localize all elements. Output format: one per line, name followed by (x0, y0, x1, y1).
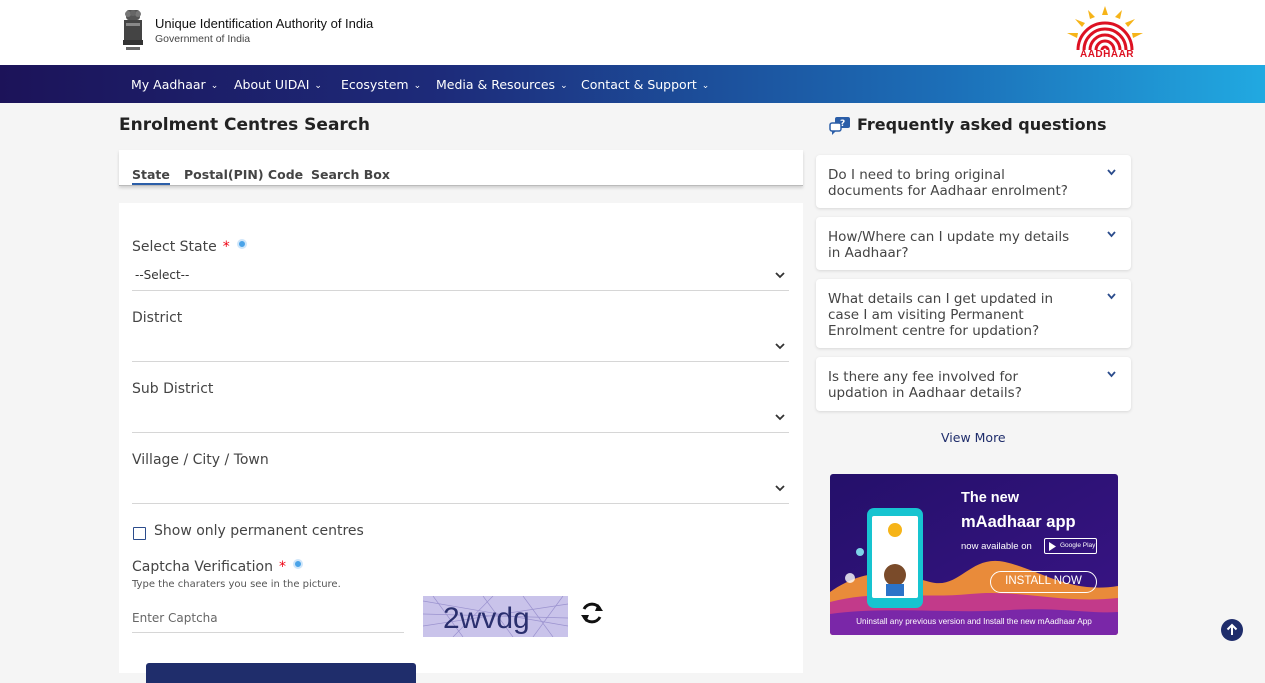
subdistrict-label: Sub District (132, 381, 214, 397)
nav-label: Ecosystem (341, 77, 409, 92)
chevron-down-icon (1107, 293, 1116, 300)
chevron-down-icon: ⌄ (314, 81, 322, 91)
captcha-label: Captcha Verification * (132, 559, 303, 575)
nav-about-uidai[interactable]: About UIDAI ⌄ (234, 77, 322, 92)
scroll-to-top-icon[interactable] (1221, 619, 1243, 641)
permanent-centres-label[interactable]: Show only permanent centres (154, 523, 364, 539)
faq-item[interactable]: What details can I get updated in case I… (816, 279, 1131, 348)
promo-footer-text: Uninstall any previous version and Insta… (856, 617, 1092, 626)
chevron-down-icon (1107, 371, 1116, 378)
main-navbar: My Aadhaar ⌄ About UIDAI ⌄ Ecosystem ⌄ Medi… (0, 65, 1265, 103)
chevron-down-icon: ⌄ (413, 81, 422, 91)
view-more-link[interactable]: View More (941, 430, 1006, 445)
info-icon[interactable] (236, 239, 247, 249)
district-select[interactable] (132, 332, 789, 362)
nav-my-aadhaar[interactable]: My Aadhaar ⌄ (131, 77, 218, 92)
submit-button[interactable] (146, 663, 416, 683)
faq-question: Do I need to bring original documents fo… (828, 167, 1068, 199)
permanent-centres-checkbox[interactable] (133, 527, 146, 540)
chevron-down-icon: ⌄ (210, 81, 219, 91)
org-title: Unique Identification Authority of India (155, 16, 374, 31)
maadhaar-promo-banner[interactable]: The new mAadhaar app now available on Go… (830, 474, 1118, 635)
info-icon[interactable] (293, 559, 303, 569)
search-tabs: State Postal(PIN) Code Search Box (119, 150, 803, 186)
chevron-down-icon (775, 272, 785, 279)
tab-search-box[interactable]: Search Box (311, 167, 390, 182)
chevron-down-icon (1107, 231, 1116, 238)
faq-item[interactable]: How/Where can I update my details in Aad… (816, 217, 1131, 270)
site-header: Unique Identification Authority of India… (0, 0, 1265, 65)
required-marker: * (279, 559, 286, 575)
chevron-down-icon (775, 343, 785, 350)
state-label: Select State * (132, 239, 247, 255)
faq-question: Is there any fee involved for updation i… (828, 369, 1022, 401)
captcha-image: 2wvdg (423, 596, 568, 637)
faq-question: How/Where can I update my details in Aad… (828, 229, 1070, 261)
state-select[interactable]: --Select-- (132, 261, 789, 291)
promo-title-line2: mAadhaar app (961, 513, 1076, 531)
state-select-value: --Select-- (135, 268, 190, 282)
play-store-icon (1049, 542, 1056, 551)
install-now-button[interactable]: INSTALL NOW (990, 571, 1097, 593)
page-title: Enrolment Centres Search (119, 115, 370, 135)
national-emblem-icon[interactable] (119, 8, 147, 54)
google-play-badge[interactable]: Google Play (1044, 538, 1097, 554)
state-label-text: Select State (132, 239, 217, 255)
captcha-text: 2wvdg (443, 602, 530, 635)
aadhaar-logo-text: AADHAAR (1079, 49, 1135, 60)
faq-question: What details can I get updated in case I… (828, 291, 1054, 339)
subdistrict-select[interactable] (132, 403, 789, 433)
google-play-text: Google Play (1060, 542, 1096, 549)
chevron-down-icon: ⌄ (560, 81, 568, 91)
chevron-down-icon (1107, 169, 1116, 176)
nav-media-resources[interactable]: Media & Resources ⌄ (436, 77, 568, 92)
tab-postal-code[interactable]: Postal(PIN) Code (184, 167, 303, 182)
nav-label: Contact & Support (581, 77, 697, 92)
nav-contact-support[interactable]: Contact & Support ⌄ (581, 77, 709, 92)
captcha-label-text: Captcha Verification (132, 559, 273, 575)
required-marker: * (222, 239, 230, 255)
nav-label: My Aadhaar (131, 77, 206, 92)
faq-item[interactable]: Do I need to bring original documents fo… (816, 155, 1131, 208)
org-subtitle: Government of India (155, 33, 251, 45)
chevron-down-icon (775, 414, 785, 421)
chevron-down-icon (775, 485, 785, 492)
nav-label: About UIDAI (234, 77, 310, 92)
faq-chat-icon: ? (829, 117, 850, 135)
nav-label: Media & Resources (436, 77, 556, 92)
chevron-down-icon: ⌄ (701, 81, 710, 91)
faq-item[interactable]: Is there any fee involved for updation i… (816, 357, 1131, 411)
district-label: District (132, 310, 183, 326)
faq-title: Frequently asked questions (857, 115, 1107, 134)
search-form: Select State * --Select-- District Sub Di… (119, 203, 803, 683)
captcha-input[interactable] (132, 603, 404, 633)
village-select[interactable] (132, 474, 789, 504)
tab-state[interactable]: State (132, 167, 170, 185)
promo-title-line1: The new (961, 490, 1020, 506)
nav-ecosystem[interactable]: Ecosystem ⌄ (341, 77, 421, 92)
village-label: Village / City / Town (132, 452, 269, 468)
refresh-icon[interactable] (578, 599, 606, 627)
promo-available-text: now available on (961, 541, 1032, 552)
captcha-hint: Type the charaters you see in the pictur… (132, 579, 341, 590)
